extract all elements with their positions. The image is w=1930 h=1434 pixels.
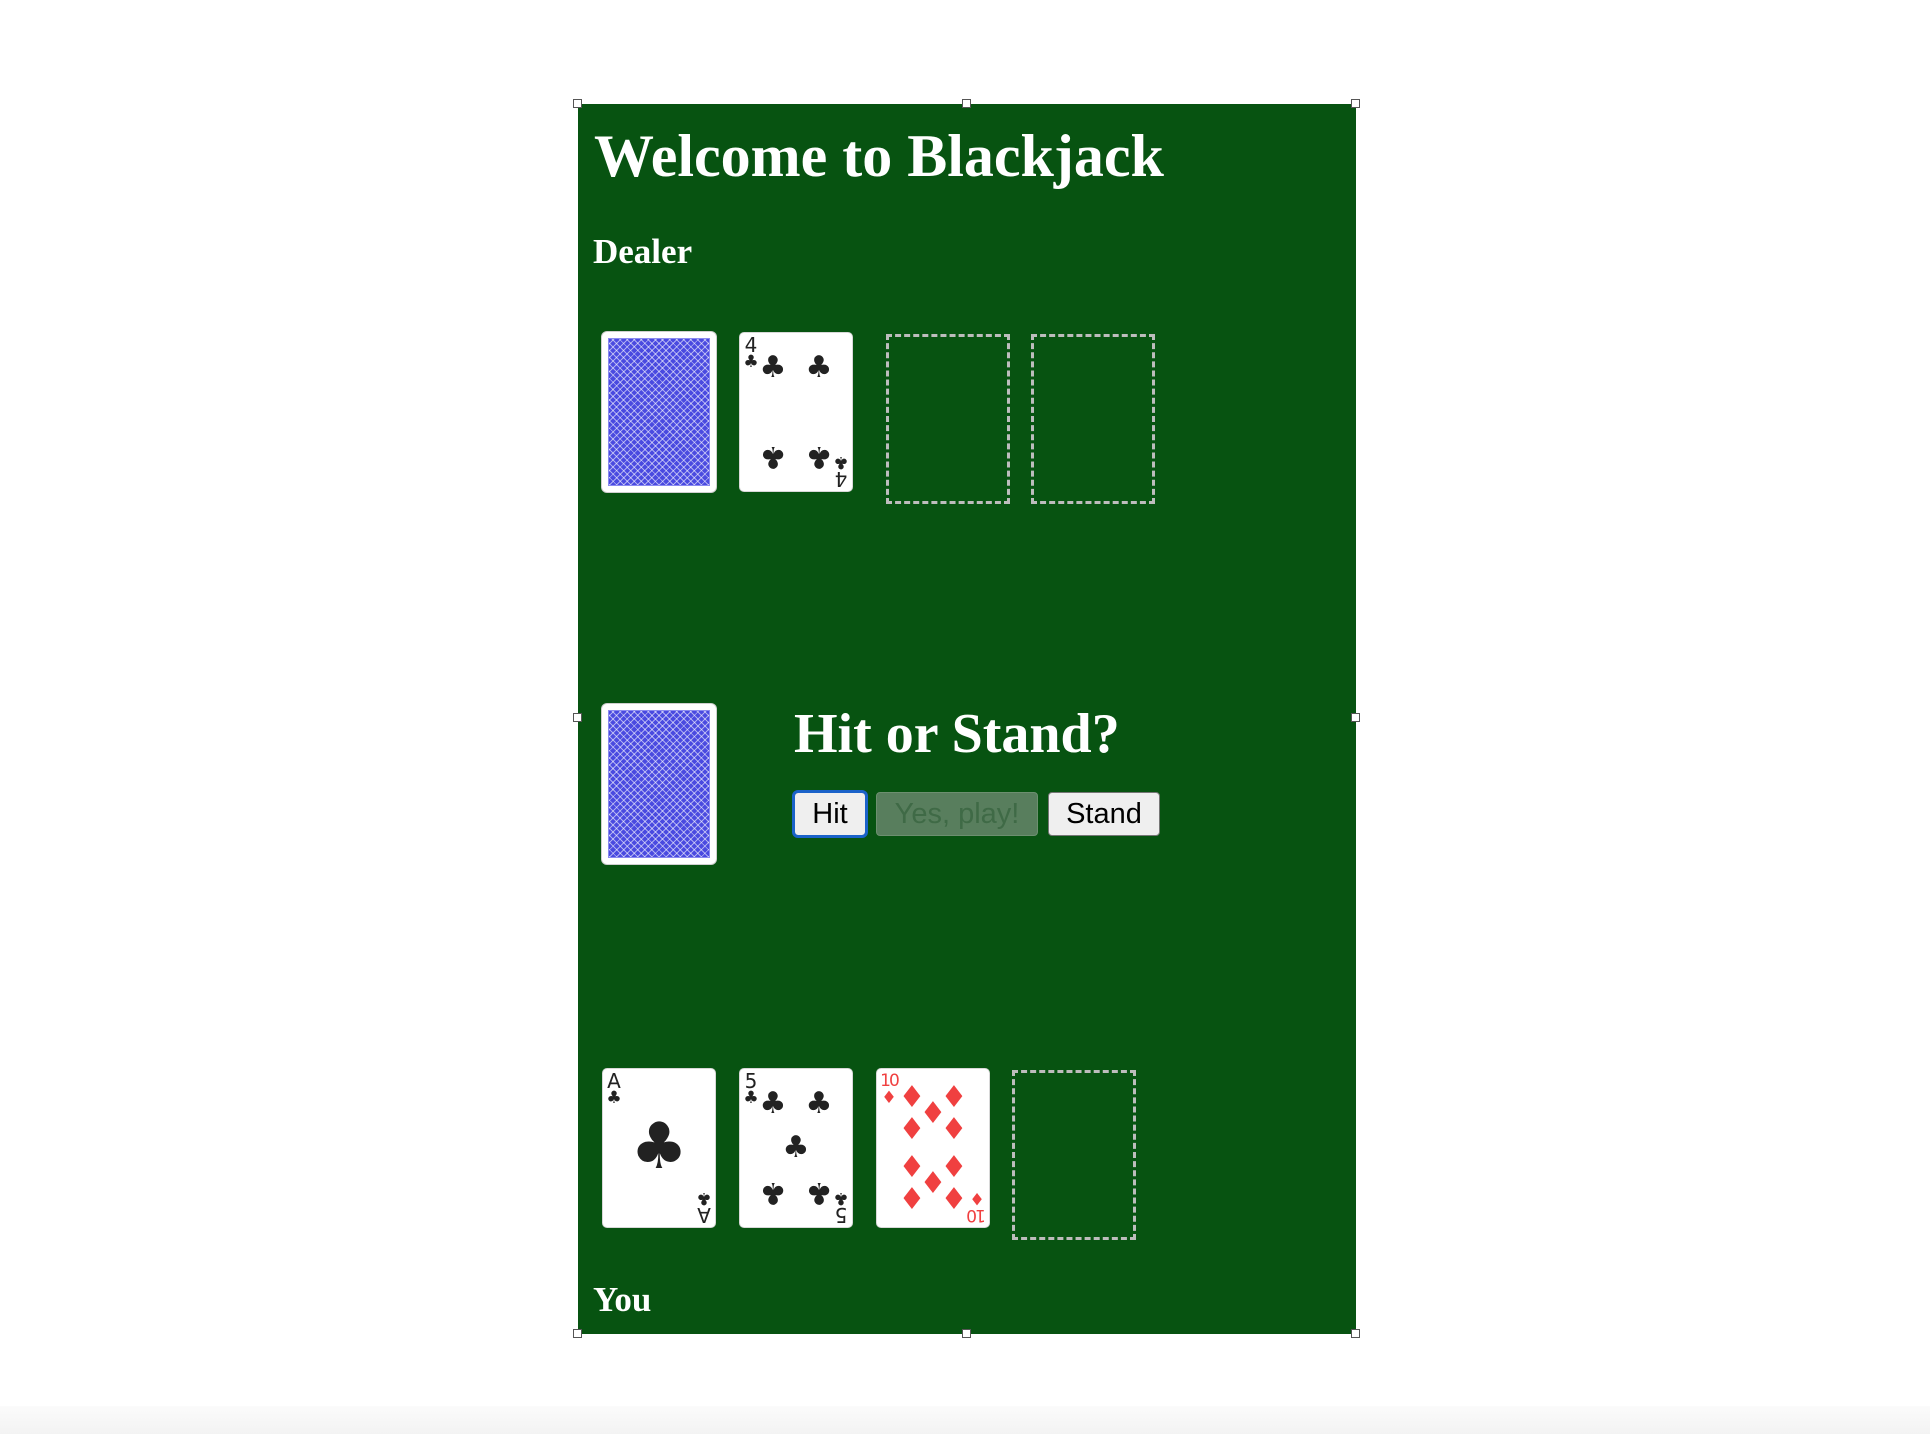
page: Welcome to Blackjack Dealer 4 ♣ ♣ ♣ ♣ ♣ … <box>0 0 1930 1434</box>
clubs-icon: ♣ <box>759 439 787 474</box>
diamonds-icon: ♦ <box>898 1182 926 1217</box>
draw-pile[interactable] <box>602 704 716 864</box>
diamonds-icon: ♦ <box>898 1112 926 1147</box>
resize-handle-bottom[interactable] <box>962 1329 971 1338</box>
player-label: You <box>593 1280 652 1319</box>
diamonds-icon: ♦ <box>940 1182 968 1217</box>
resize-handle-right[interactable] <box>1351 713 1360 722</box>
clubs-icon: ♣ <box>759 350 787 385</box>
resize-handle-bottom-left[interactable] <box>573 1329 582 1338</box>
clubs-icon: ♣ <box>805 350 833 385</box>
clubs-icon: ♣ <box>630 1110 688 1184</box>
clubs-icon: ♣ <box>759 1086 787 1121</box>
resize-handle-bottom-right[interactable] <box>1351 1329 1360 1338</box>
dealer-empty-slot <box>886 334 1010 504</box>
card-back-pattern <box>608 710 710 858</box>
clubs-icon: ♣ <box>696 1188 712 1208</box>
card-rank: 5 <box>834 1203 848 1227</box>
card-corner-bottom: A ♣ <box>695 1188 713 1227</box>
clubs-icon: ♣ <box>833 452 849 472</box>
clubs-icon: ♣ <box>759 1175 787 1210</box>
clubs-icon: ♣ <box>606 1088 622 1108</box>
diamonds-icon: ♦ <box>940 1112 968 1147</box>
card-corner-bottom: 4 ♣ <box>832 452 850 491</box>
clubs-icon: ♣ <box>833 1188 849 1208</box>
dealer-card-4-clubs: 4 ♣ ♣ ♣ ♣ ♣ 4 ♣ <box>739 332 853 492</box>
card-rank: 10 <box>968 1205 986 1225</box>
player-card-10-diamonds: 10 ♦ ♦ ♦ ♦ ♦ ♦ ♦ ♦ ♦ ♦ ♦ 10 ♦ <box>876 1068 990 1228</box>
card-rank: 4 <box>834 467 848 491</box>
player-empty-slot <box>1012 1070 1136 1240</box>
card-corner-top: A ♣ <box>605 1071 623 1108</box>
clubs-icon: ♣ <box>805 1175 833 1210</box>
diamonds-icon: ♦ <box>969 1188 985 1208</box>
card-rank: A <box>697 1203 711 1227</box>
clubs-icon: ♣ <box>805 1086 833 1121</box>
player-card-ace-clubs: A ♣ ♣ A ♣ <box>602 1068 716 1228</box>
blackjack-table: Welcome to Blackjack Dealer 4 ♣ ♣ ♣ ♣ ♣ … <box>578 104 1356 1334</box>
resize-handle-top-left[interactable] <box>573 99 582 108</box>
resize-handle-top[interactable] <box>962 99 971 108</box>
dealer-card-face-down <box>602 332 716 492</box>
yes-play-button[interactable]: Yes, play! <box>876 792 1038 836</box>
dealer-empty-slot <box>1031 334 1155 504</box>
card-corner-bottom: 10 ♦ <box>967 1188 987 1225</box>
hit-button[interactable]: Hit <box>792 790 868 838</box>
resize-handle-left[interactable] <box>573 713 582 722</box>
resize-handle-top-right[interactable] <box>1351 99 1360 108</box>
window-bottom-strip <box>0 1406 1930 1434</box>
clubs-icon: ♣ <box>782 1130 810 1165</box>
game-title: Welcome to Blackjack <box>594 123 1164 189</box>
stand-button[interactable]: Stand <box>1048 792 1160 836</box>
card-back-pattern <box>608 338 710 486</box>
card-corner-bottom: 5 ♣ <box>832 1188 850 1227</box>
player-card-5-clubs: 5 ♣ ♣ ♣ ♣ ♣ ♣ 5 ♣ <box>739 1068 853 1228</box>
hit-or-stand-prompt: Hit or Stand? <box>794 703 1120 765</box>
dealer-label: Dealer <box>593 232 693 271</box>
clubs-icon: ♣ <box>805 439 833 474</box>
